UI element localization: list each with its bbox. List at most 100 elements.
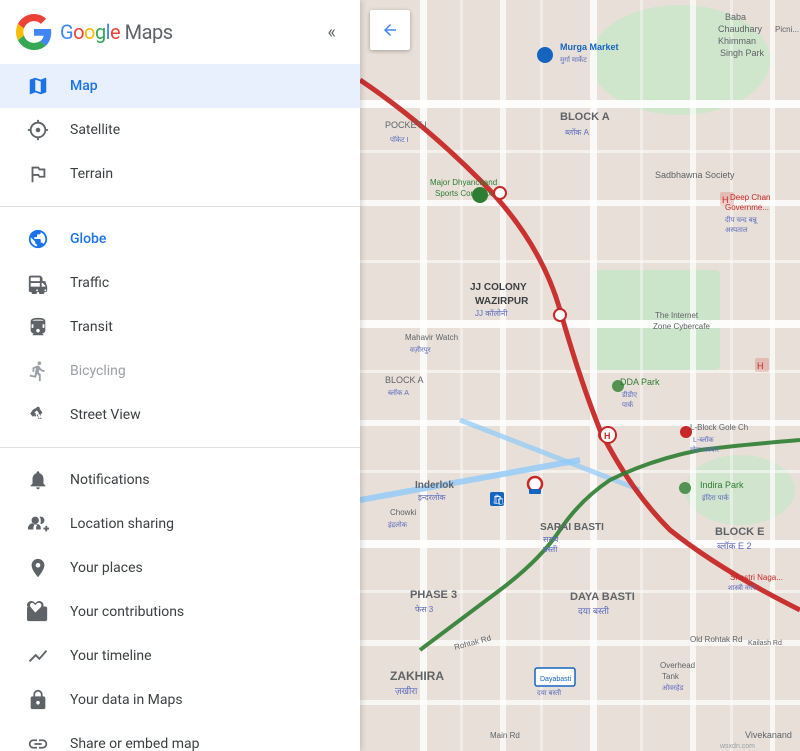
divider-2	[0, 447, 360, 448]
svg-text:Baba: Baba	[725, 12, 746, 22]
back-arrow-icon	[381, 21, 399, 39]
sidebar-item-share-embed[interactable]: Share or embed map	[0, 722, 360, 751]
svg-text:POCKET I: POCKET I	[385, 120, 427, 130]
globe-icon	[24, 228, 52, 250]
map-type-section: Map Satellite Terrain	[0, 60, 360, 200]
svg-text:JJ COLONY: JJ COLONY	[470, 282, 527, 293]
street-view-label: Street View	[70, 407, 141, 423]
svg-text:ब्लॉक E 2: ब्लॉक E 2	[717, 541, 751, 551]
svg-text:Deep Chan: Deep Chan	[730, 193, 770, 202]
sidebar-item-terrain[interactable]: Terrain	[0, 152, 360, 196]
sidebar-item-traffic[interactable]: Traffic	[0, 261, 360, 305]
svg-text:Old Rohtak Rd: Old Rohtak Rd	[690, 635, 742, 644]
svg-text:Sports Complex: Sports Complex	[435, 189, 492, 198]
transit-label: Transit	[70, 319, 113, 335]
your-contributions-label: Your contributions	[70, 604, 184, 620]
sidebar-item-globe[interactable]: Globe	[0, 217, 360, 261]
sidebar-item-street-view[interactable]: Street View	[0, 393, 360, 437]
sidebar-item-notifications[interactable]: Notifications	[0, 458, 360, 502]
svg-text:BLOCK E: BLOCK E	[715, 526, 765, 538]
svg-text:Kailash Rd: Kailash Rd	[748, 640, 782, 647]
svg-text:BLOCK A: BLOCK A	[560, 111, 610, 123]
sidebar-item-satellite[interactable]: Satellite	[0, 108, 360, 152]
sidebar-item-transit[interactable]: Transit	[0, 305, 360, 349]
svg-text:Chaudhary: Chaudhary	[718, 24, 763, 34]
sidebar: Google Maps « Map Satellite Terr	[0, 0, 360, 751]
your-timeline-icon	[24, 645, 52, 667]
svg-text:Overhead: Overhead	[660, 661, 695, 670]
svg-text:Tank: Tank	[662, 672, 680, 681]
svg-text:Shastri Naga...: Shastri Naga...	[730, 573, 783, 582]
svg-text:ब्लॉक A: ब्लॉक A	[565, 128, 590, 137]
your-places-label: Your places	[70, 560, 143, 576]
google-logo-icon	[16, 14, 52, 50]
view-section: Globe Traffic Transit Bicycling	[0, 213, 360, 441]
app-title: Google Maps	[60, 20, 173, 44]
location-sharing-label: Location sharing	[70, 516, 174, 532]
svg-text:ZAKHIRA: ZAKHIRA	[390, 669, 444, 683]
sidebar-item-map[interactable]: Map	[0, 64, 360, 108]
share-embed-icon	[24, 733, 52, 751]
sidebar-item-your-data[interactable]: Your data in Maps	[0, 678, 360, 722]
svg-text:Zone Cybercafe: Zone Cybercafe	[653, 322, 710, 331]
map-canvas: Murga Market मुर्गा मार्केट Major Dhyanc…	[360, 0, 800, 751]
your-data-icon	[24, 689, 52, 711]
svg-text:बस्ती: बस्ती	[543, 544, 558, 554]
sidebar-item-bicycling[interactable]: Bicycling	[0, 349, 360, 393]
svg-text:DDA Park: DDA Park	[620, 377, 660, 387]
svg-text:इंद्रलोक: इंद्रलोक	[388, 520, 408, 529]
terrain-icon	[24, 163, 52, 185]
svg-text:मुर्गा मार्केट: मुर्गा मार्केट	[560, 55, 587, 64]
svg-text:Main Rd: Main Rd	[490, 731, 520, 740]
svg-text:फेस 3: फेस 3	[415, 604, 434, 614]
svg-text:पार्क: पार्क	[622, 400, 634, 409]
logo-area: Google Maps	[16, 14, 173, 50]
sidebar-item-your-places[interactable]: Your places	[0, 546, 360, 590]
svg-text:Major Dhyanchand: Major Dhyanchand	[430, 178, 497, 187]
svg-text:DAYA BASTI: DAYA BASTI	[570, 591, 635, 603]
map-area: Murga Market मुर्गा मार्केट Major Dhyanc…	[360, 0, 800, 751]
svg-text:डीडीए: डीडीए	[621, 390, 637, 399]
svg-text:Vivekanand: Vivekanand	[745, 730, 792, 740]
svg-text:L-ब्लॉक: L-ब्लॉक	[693, 435, 714, 444]
sidebar-item-location-sharing[interactable]: Location sharing	[0, 502, 360, 546]
svg-text:Murga Market: Murga Market	[560, 42, 619, 52]
svg-text:दया बस्ती: दया बस्ती	[537, 688, 561, 697]
svg-text:The Internet: The Internet	[655, 311, 699, 320]
account-section: Notifications Location sharing Your plac…	[0, 454, 360, 751]
svg-text:वज़ीरपुर: वज़ीरपुर	[410, 345, 431, 354]
svg-text:PHASE 3: PHASE 3	[410, 589, 457, 601]
location-sharing-icon	[24, 513, 52, 535]
map-label: Map	[70, 78, 98, 94]
globe-label: Globe	[70, 231, 106, 247]
terrain-label: Terrain	[70, 166, 113, 182]
svg-text:Dayabasti: Dayabasti	[540, 676, 572, 683]
bicycling-icon	[24, 360, 52, 382]
svg-text:पॉकेट I: पॉकेट I	[390, 135, 409, 144]
collapse-button[interactable]: «	[320, 18, 344, 47]
svg-text:L-Block Gole Ch: L-Block Gole Ch	[690, 423, 748, 432]
street-view-icon	[24, 404, 52, 426]
svg-text:Singh Park: Singh Park	[720, 48, 765, 58]
svg-text:wsxdn.com: wsxdn.com	[719, 743, 755, 750]
svg-text:Indira Park: Indira Park	[700, 480, 744, 490]
svg-text:गोल चक्कर: गोल चक्कर	[690, 445, 719, 454]
svg-text:दीप चन्द बन्नू: दीप चन्द बन्नू	[725, 215, 758, 224]
svg-text:H: H	[722, 195, 729, 205]
svg-text:BLOCK A: BLOCK A	[385, 375, 424, 385]
svg-text:🛍: 🛍	[492, 494, 505, 506]
svg-text:JJ कॉलोनी: JJ कॉलोनी	[475, 308, 508, 318]
svg-text:इंदिरा पार्क: इंदिरा पार्क	[702, 493, 729, 502]
satellite-icon	[24, 119, 52, 141]
notifications-label: Notifications	[70, 472, 150, 488]
sidebar-item-your-timeline[interactable]: Your timeline	[0, 634, 360, 678]
svg-text:सराय: सराय	[543, 535, 559, 544]
svg-text:SARAI BASTI: SARAI BASTI	[540, 522, 604, 533]
svg-text:ओवरहेड: ओवरहेड	[662, 683, 684, 692]
svg-text:दया बस्ती: दया बस्ती	[578, 605, 610, 616]
svg-text:Inderlok: Inderlok	[415, 480, 454, 491]
map-icon	[24, 75, 52, 97]
map-back-button[interactable]	[370, 10, 410, 50]
divider-1	[0, 206, 360, 207]
sidebar-item-your-contributions[interactable]: Your contributions	[0, 590, 360, 634]
